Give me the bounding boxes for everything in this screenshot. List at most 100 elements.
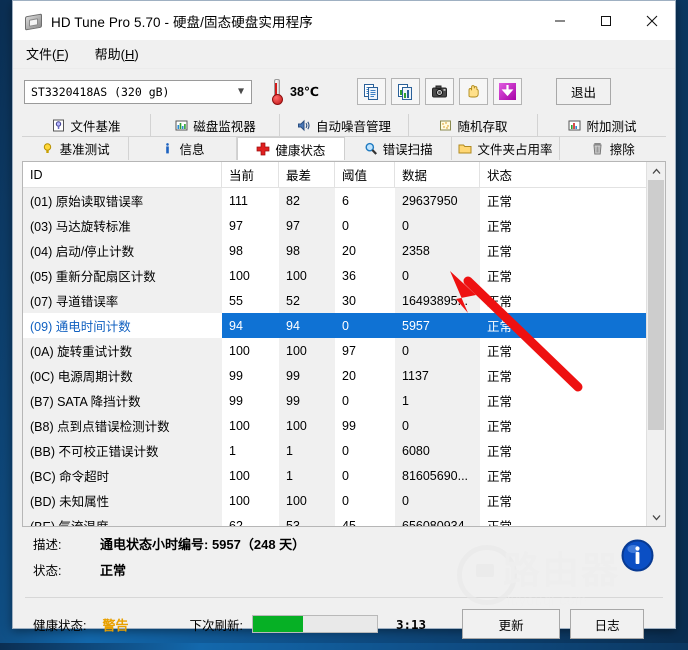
random-access-icon	[438, 118, 452, 132]
info-i-icon	[160, 142, 174, 156]
table-row[interactable]: (0A) 旋转重试计数100100970正常	[23, 338, 647, 363]
download-arrow-icon[interactable]	[493, 78, 522, 105]
health-status-label: 健康状态:	[33, 615, 86, 634]
column-header-data[interactable]: 数据	[395, 162, 480, 187]
hand-icon[interactable]	[459, 78, 488, 105]
log-button-label: 日志	[595, 615, 620, 634]
cell-threshold: 97	[335, 338, 395, 363]
table-row[interactable]: (05) 重新分配扇区计数100100360正常	[23, 263, 647, 288]
description-label: 描述:	[22, 534, 100, 553]
minimize-button[interactable]	[537, 1, 583, 40]
cell-worst: 52	[279, 288, 335, 313]
chevron-down-icon: ▼	[238, 86, 247, 97]
red-cross-icon	[256, 142, 270, 156]
log-button[interactable]: 日志	[570, 609, 644, 639]
cell-id: (BE) 气流温度	[23, 513, 222, 527]
menu-file-label: 文件	[26, 47, 52, 62]
tab-extra-tests[interactable]: 附加测试	[538, 114, 666, 137]
exit-button-label: 退出	[571, 82, 596, 101]
cell-current: 99	[222, 388, 279, 413]
tab-folder-usage[interactable]: 文件夹占用率	[452, 137, 559, 160]
drive-select-value: ST3320418AS (320 gB)	[31, 85, 169, 99]
description-panel: 描述: 通电状态小时编号: 5957（248 天） 状态: 正常	[22, 534, 666, 594]
table-row[interactable]: (03) 马达旋转标准979700正常	[23, 213, 647, 238]
update-button[interactable]: 更新	[462, 609, 560, 639]
table-row[interactable]: (BE) 气流温度625345656080934正常	[23, 513, 647, 527]
copy-icon[interactable]	[357, 78, 386, 105]
column-header-threshold[interactable]: 阈值	[335, 162, 395, 187]
tab-file-benchmark-label: 文件基准	[70, 116, 120, 135]
cell-id: (09) 通电时间计数	[23, 313, 222, 338]
file-benchmark-icon	[51, 118, 65, 132]
table-row[interactable]: (0C) 电源周期计数9999201137正常	[23, 363, 647, 388]
menu-help[interactable]: 帮助(H)	[93, 41, 151, 67]
cell-data: 5957	[395, 313, 480, 338]
drive-select[interactable]: ST3320418AS (320 gB) ▼	[24, 80, 252, 104]
table-row[interactable]: (BC) 命令超时1001081605690...正常	[23, 463, 647, 488]
tab-benchmark-label: 基准测试	[60, 139, 110, 158]
column-header-status[interactable]: 状态	[480, 162, 647, 187]
table-row[interactable]: (04) 启动/停止计数9898202358正常	[23, 238, 647, 263]
cell-status: 正常	[480, 438, 647, 463]
tab-health[interactable]: 健康状态	[237, 137, 345, 160]
scrollbar-thumb[interactable]	[648, 180, 664, 430]
tab-random-access-label: 随机存取	[457, 116, 507, 135]
cell-id: (07) 寻道错误率	[23, 288, 222, 313]
menu-help-label: 帮助	[95, 47, 121, 62]
table-row[interactable]: (01) 原始读取错误率11182629637950正常	[23, 188, 647, 213]
cell-current: 99	[222, 363, 279, 388]
cell-id: (04) 启动/停止计数	[23, 238, 222, 263]
tab-folder-usage-label: 文件夹占用率	[477, 139, 552, 158]
cell-threshold: 0	[335, 438, 395, 463]
close-button[interactable]	[629, 1, 675, 40]
smart-attributes-list[interactable]: ID 当前 最差 阈值 数据 状态 (01) 原始读取错误率1118262963…	[22, 161, 666, 527]
scroll-up-arrow[interactable]	[647, 162, 665, 180]
tab-benchmark[interactable]: 基准测试	[22, 137, 129, 160]
cell-worst: 94	[279, 313, 335, 338]
cell-id: (BC) 命令超时	[23, 463, 222, 488]
tab-aam[interactable]: 自动噪音管理	[280, 114, 409, 137]
table-row[interactable]: (BB) 不可校正错误计数1106080正常	[23, 438, 647, 463]
window-title: HD Tune Pro 5.70 - 硬盘/固态硬盘实用程序	[51, 11, 313, 31]
trash-icon	[591, 142, 605, 156]
cell-threshold: 30	[335, 288, 395, 313]
cell-status: 正常	[480, 488, 647, 513]
cell-worst: 100	[279, 413, 335, 438]
tab-error-scan[interactable]: 错误扫描	[345, 137, 452, 160]
table-row[interactable]: (BD) 未知属性10010000正常	[23, 488, 647, 513]
exit-button[interactable]: 退出	[556, 78, 611, 105]
tab-erase[interactable]: 擦除	[560, 137, 666, 160]
update-button-label: 更新	[499, 615, 524, 634]
cell-id: (B8) 点到点错误检测计数	[23, 413, 222, 438]
maximize-button[interactable]	[583, 1, 629, 40]
vertical-scrollbar[interactable]	[646, 162, 665, 526]
tab-info[interactable]: 信息	[129, 137, 236, 160]
menu-file[interactable]: 文件(F)	[24, 41, 81, 67]
table-row[interactable]: (07) 寻道错误率55523016493895...正常	[23, 288, 647, 313]
cell-threshold: 6	[335, 188, 395, 213]
info-circle-icon[interactable]	[621, 539, 654, 572]
description-value: 通电状态小时编号: 5957（248 天）	[100, 534, 305, 553]
table-row[interactable]: (B7) SATA 降挡计数999901正常	[23, 388, 647, 413]
column-header-worst[interactable]: 最差	[279, 162, 335, 187]
tab-disk-monitor[interactable]: 磁盘监视器	[151, 114, 280, 137]
table-row[interactable]: (09) 通电时间计数949405957正常	[23, 313, 647, 338]
tab-row-1: 文件基准 磁盘监视器 自动噪音管理 随机存取	[22, 114, 666, 137]
benchmark-icon	[41, 142, 55, 156]
title-bar: HD Tune Pro 5.70 - 硬盘/固态硬盘实用程序	[13, 1, 675, 40]
cell-threshold: 0	[335, 313, 395, 338]
status-label: 状态:	[22, 560, 100, 579]
tab-file-benchmark[interactable]: 文件基准	[22, 114, 151, 137]
camera-icon[interactable]	[425, 78, 454, 105]
column-header-id[interactable]: ID	[23, 162, 222, 187]
cell-status: 正常	[480, 513, 647, 527]
cell-id: (01) 原始读取错误率	[23, 188, 222, 213]
cell-worst: 100	[279, 488, 335, 513]
cell-data: 656080934	[395, 513, 480, 527]
cell-current: 1	[222, 438, 279, 463]
table-row[interactable]: (B8) 点到点错误检测计数100100990正常	[23, 413, 647, 438]
scroll-down-arrow[interactable]	[647, 508, 665, 526]
column-header-current[interactable]: 当前	[222, 162, 279, 187]
tab-random-access[interactable]: 随机存取	[409, 114, 538, 137]
copy-chart-icon[interactable]	[391, 78, 420, 105]
